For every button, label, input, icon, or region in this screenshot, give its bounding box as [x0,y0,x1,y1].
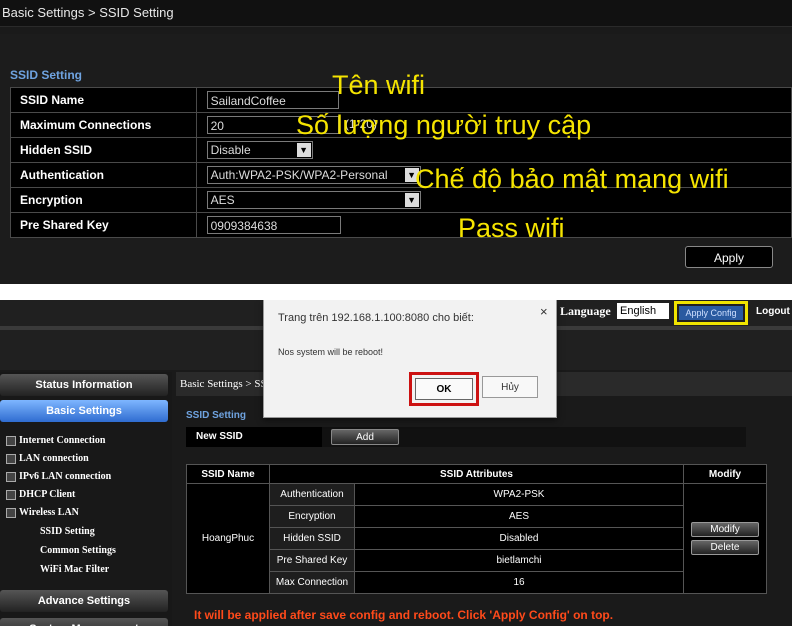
ok-button[interactable]: OK [415,378,473,400]
sidebar-item-label: Internet Connection [19,435,106,446]
table-row: Encryption AES [187,505,767,528]
chevron-down-icon: ▼ [404,193,419,207]
sidebar-item-label: IPv6 LAN connection [19,471,112,482]
section-title: SSID Setting [10,68,83,82]
table-row: Hidden SSID Disabled [187,527,767,550]
sidebar-system-management[interactable]: System Management [0,618,168,626]
pre-shared-key-input[interactable]: 0909384638 [206,216,341,234]
column-header-ssid-name: SSID Name [186,464,270,484]
section-title: SSID Setting [186,410,247,421]
sidebar-subitem-common-settings[interactable]: Common Settings [40,545,116,556]
table-row: HoangPhuc Authentication WPA2-PSK Modify… [186,483,767,594]
hidden-ssid-select[interactable]: Disable ▼ [206,141,313,159]
delete-button[interactable]: Delete [691,540,759,555]
folder-icon [6,453,16,464]
annotation-security-mode: Chế độ bảo mật mạng wifi [415,164,729,194]
table-row: Pre Shared Key bietlamchi [187,549,767,572]
sidebar-item-ipv6-lan-connection[interactable]: IPv6 LAN connection [6,471,111,482]
ssid-setting-panel: Basic Settings > SSID Setting SSID Setti… [0,0,792,284]
sidebar-item-dhcp-client[interactable]: DHCP Client [6,489,75,500]
annotation-wifi-name: Tên wifi [332,70,426,100]
pre-shared-key-label: Pre Shared Key [10,212,197,238]
hidden-ssid-value: Disable [210,143,251,157]
dialog-message: Nos system will be reboot! [278,347,384,357]
attribute-value: 16 [354,571,684,594]
sidebar-item-lan-connection[interactable]: LAN connection [6,453,89,464]
apply-button[interactable]: Apply [685,246,773,268]
breadcrumb: Basic Settings > SSID Setting [0,0,792,27]
apply-config-button[interactable]: Apply Config [679,306,743,320]
alert-dialog: Trang trên 192.168.1.100:8080 cho biết: … [263,300,557,418]
modify-cell: Modify Delete [683,483,767,594]
ok-button-highlight: OK [409,372,479,406]
sidebar-item-label: Wireless LAN [19,507,79,518]
column-header-modify: Modify [683,464,767,484]
ssid-name-cell: SailandCoffee [195,87,792,113]
logout-button[interactable]: Logout [756,306,790,317]
new-ssid-label: New SSID [186,427,322,447]
hidden-ssid-label: Hidden SSID [10,137,197,163]
form-row-hidden-ssid: Hidden SSID Disable ▼ [10,137,792,163]
sidebar-subitem-wifi-mac-filter[interactable]: WiFi Mac Filter [40,564,109,575]
close-icon[interactable]: × [540,304,548,319]
folder-icon [6,507,16,518]
attribute-name: Max Connection [269,571,355,594]
sidebar-item-label: LAN connection [19,453,89,464]
sidebar-item-internet-connection[interactable]: Internet Connection [6,435,105,446]
ssid-name-cell: HoangPhuc [186,483,270,594]
modify-button[interactable]: Modify [691,522,759,537]
attribute-value: AES [354,505,684,528]
authentication-select[interactable]: Auth:WPA2-PSK/WPA2-Personal ▼ [206,166,421,184]
hidden-ssid-cell: Disable ▼ [195,137,792,163]
sidebar: Status Information Basic Settings Intern… [0,372,172,626]
sidebar-subitem-ssid-setting[interactable]: SSID Setting [40,526,95,537]
attribute-value: bietlamchi [354,549,684,572]
encryption-select[interactable]: AES ▼ [206,191,421,209]
folder-icon [6,489,16,500]
attribute-name: Pre Shared Key [269,549,355,572]
sidebar-item-label: DHCP Client [19,489,76,500]
annotation-wifi-pass: Pass wifi [458,213,565,243]
ssid-table: SSID Name SSID Attributes Modify HoangPh… [186,464,767,594]
encryption-value: AES [210,193,235,207]
attribute-name: Authentication [269,483,355,506]
folder-icon [6,435,16,446]
folder-icon [6,471,16,482]
apply-config-highlight: Apply Config [674,301,748,325]
cancel-button[interactable]: Hủy [482,376,538,398]
sidebar-basic-settings[interactable]: Basic Settings [0,400,168,422]
attribute-name: Hidden SSID [269,527,355,550]
form-row-pre-shared-key: Pre Shared Key 0909384638 [10,212,792,238]
column-header-ssid-attributes: SSID Attributes [269,464,684,484]
table-header-row: SSID Name SSID Attributes Modify [186,464,767,484]
language-select[interactable]: English [617,303,669,319]
authentication-label: Authentication [10,162,197,188]
sidebar-item-wireless-lan[interactable]: Wireless LAN [6,507,79,518]
encryption-label: Encryption [10,187,197,213]
annotation-user-count: Số lượng người truy cập [296,110,592,140]
language-label: Language [560,304,611,318]
max-connections-label: Maximum Connections [10,112,197,138]
attribute-name: Encryption [269,505,355,528]
add-button[interactable]: Add [331,429,399,445]
chevron-down-icon: ▼ [296,143,311,157]
sidebar-status-information[interactable]: Status Information [0,374,168,396]
sidebar-advance-settings[interactable]: Advance Settings [0,590,168,612]
attribute-value: Disabled [354,527,684,550]
apply-config-note: It will be applied after save config and… [194,608,614,622]
table-row: Max Connection 16 [187,571,767,594]
attribute-value: WPA2-PSK [354,483,684,506]
authentication-value: Auth:WPA2-PSK/WPA2-Personal [210,168,388,182]
ssid-name-input[interactable]: SailandCoffee [206,91,339,109]
ssid-name-label: SSID Name [10,87,197,113]
router-admin-window: Language English Apply Config Logout Sta… [0,300,792,626]
dialog-title: Trang trên 192.168.1.100:8080 cho biết: [278,312,474,324]
